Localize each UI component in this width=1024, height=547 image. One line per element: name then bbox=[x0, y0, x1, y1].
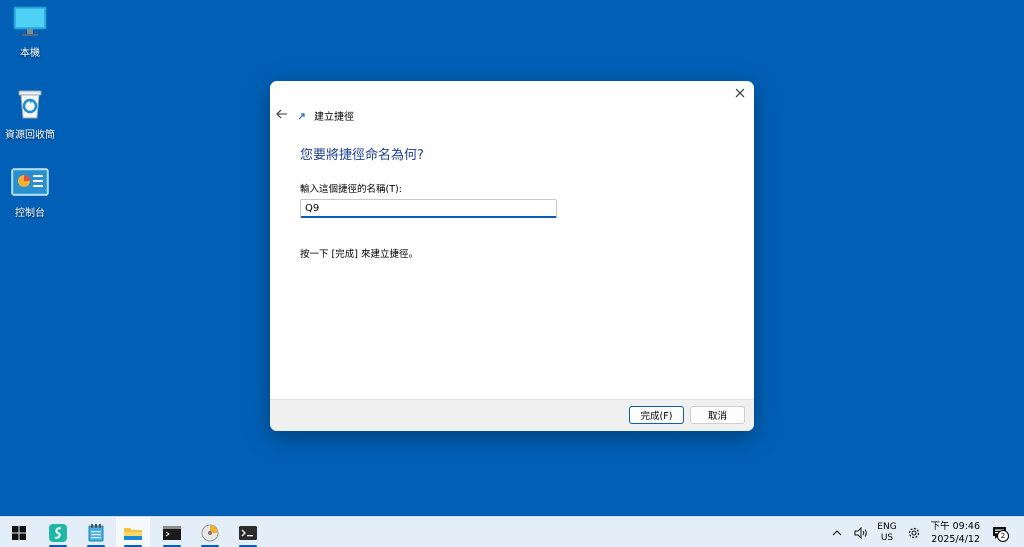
surfshark-icon bbox=[49, 523, 67, 542]
desktop-icon-label: 資源回收筒 bbox=[5, 130, 55, 141]
language-indicator[interactable]: ENG US bbox=[874, 517, 900, 547]
notification-center-button[interactable]: 2 bbox=[988, 517, 1012, 547]
gear-icon bbox=[908, 527, 920, 538]
terminal-window-icon bbox=[163, 525, 181, 540]
taskbar-app-surfshark[interactable] bbox=[41, 517, 75, 547]
back-button[interactable] bbox=[273, 105, 291, 123]
language-code: ENG bbox=[877, 521, 897, 532]
start-button[interactable] bbox=[2, 517, 36, 547]
taskbar-app-file-explorer[interactable] bbox=[116, 517, 150, 547]
taskbar-app-terminal[interactable] bbox=[231, 517, 265, 547]
cancel-button[interactable]: 取消 bbox=[690, 406, 745, 424]
clock-date: 2025/4/12 bbox=[931, 533, 980, 545]
desktop-icon-label: 控制台 bbox=[15, 208, 45, 219]
settings-button[interactable] bbox=[904, 517, 924, 547]
notepad-icon bbox=[88, 523, 104, 541]
close-icon bbox=[735, 88, 745, 98]
desktop-icon-this-pc[interactable]: 本機 bbox=[2, 6, 58, 59]
speaker-icon bbox=[854, 526, 867, 539]
recycle-bin-icon bbox=[18, 90, 42, 119]
taskbar-app-command-prompt[interactable] bbox=[155, 517, 189, 547]
page-heading: 您要將捷徑命名為何? bbox=[300, 148, 424, 163]
dialog-title: 建立捷徑 bbox=[314, 112, 354, 123]
shortcut-name-label: 輸入這個捷徑的名稱(T): bbox=[300, 184, 402, 195]
shortcut-icon bbox=[298, 113, 305, 120]
folder-icon bbox=[124, 527, 142, 540]
notification-count-badge: 2 bbox=[997, 530, 1009, 542]
keyboard-layout: US bbox=[880, 532, 894, 543]
arrow-left-icon bbox=[276, 109, 287, 119]
monitor-icon bbox=[13, 6, 47, 36]
windows-logo-icon bbox=[12, 525, 26, 540]
taskbar-app-notepad[interactable] bbox=[79, 517, 113, 547]
show-hidden-icons-button[interactable] bbox=[828, 517, 846, 547]
taskbar: ENG US 下午 09:46 2025/4/12 2 bbox=[0, 516, 1024, 547]
close-button[interactable] bbox=[730, 83, 750, 103]
dialog-footer: 完成(F) 取消 bbox=[270, 399, 754, 431]
disk-chart-icon bbox=[201, 524, 219, 541]
desktop-icon-label: 本機 bbox=[20, 48, 40, 59]
finish-button[interactable]: 完成(F) bbox=[629, 406, 684, 424]
instruction-text: 按一下 [完成] 來建立捷徑。 bbox=[300, 249, 418, 260]
volume-button[interactable] bbox=[851, 517, 871, 547]
terminal-icon bbox=[239, 525, 257, 540]
desktop-icon-recycle-bin[interactable]: 資源回收筒 bbox=[2, 86, 58, 141]
chevron-up-icon bbox=[832, 529, 842, 535]
clock-time: 下午 09:46 bbox=[930, 520, 980, 532]
control-panel-icon bbox=[11, 168, 49, 196]
shortcut-name-input[interactable] bbox=[300, 199, 557, 218]
taskbar-app-disk-cleanup[interactable] bbox=[193, 517, 227, 547]
create-shortcut-dialog: 建立捷徑 您要將捷徑命名為何? 輸入這個捷徑的名稱(T): 按一下 [完成] 來… bbox=[270, 81, 754, 431]
clock[interactable]: 下午 09:46 2025/4/12 bbox=[928, 517, 980, 547]
desktop-icon-control-panel[interactable]: 控制台 bbox=[2, 168, 58, 219]
